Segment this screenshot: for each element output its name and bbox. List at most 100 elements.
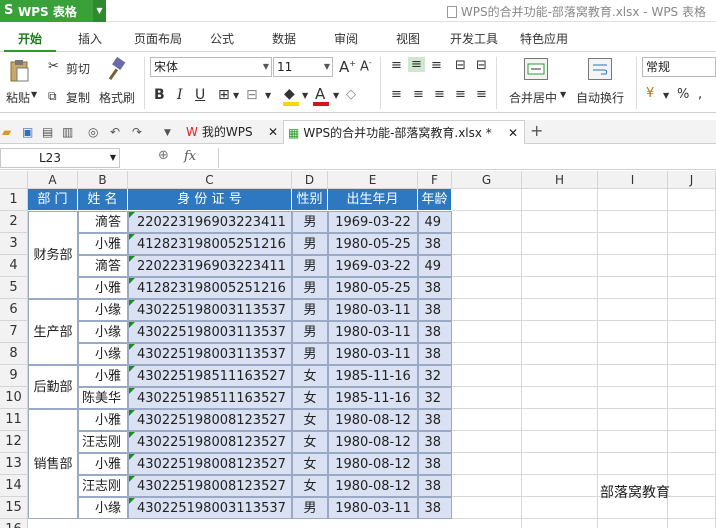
department-cell[interactable]: 财务部	[28, 211, 78, 299]
gender-cell[interactable]: 男	[292, 233, 328, 255]
print-preview-icon[interactable]: ▤	[42, 125, 53, 139]
grid-cell[interactable]	[522, 431, 598, 453]
grid-cell[interactable]	[668, 277, 716, 299]
id-number-cell[interactable]: 430225198008123527	[128, 431, 292, 453]
distributed-icon[interactable]: ≡	[476, 87, 487, 102]
grid-cell[interactable]	[522, 475, 598, 497]
gender-cell[interactable]: 男	[292, 255, 328, 277]
grid-cell[interactable]	[598, 233, 668, 255]
grid-cell[interactable]	[452, 299, 522, 321]
grid-cell[interactable]	[452, 277, 522, 299]
row-header[interactable]: 2	[0, 211, 28, 233]
menu-tab[interactable]: 特色应用	[514, 26, 574, 52]
name-cell[interactable]: 滴答	[78, 211, 128, 233]
grid-cell[interactable]	[452, 409, 522, 431]
birth-date-cell[interactable]: 1980-03-11	[328, 343, 418, 365]
tab-my-wps[interactable]: W 我的WPS ✕	[186, 120, 282, 144]
merge-center-icon[interactable]	[524, 58, 548, 80]
chevron-down-icon[interactable]: ▼	[333, 91, 339, 100]
id-number-cell[interactable]: 430225198511163527	[128, 387, 292, 409]
grid-cell[interactable]	[522, 233, 598, 255]
copy-button[interactable]: 复制	[66, 89, 90, 106]
grid-cell[interactable]	[598, 277, 668, 299]
menu-tab[interactable]: 数据	[262, 26, 306, 52]
align-middle-icon[interactable]: ≡	[408, 57, 425, 72]
name-cell[interactable]: 汪志刚	[78, 475, 128, 497]
column-header[interactable]: A	[28, 171, 78, 189]
gender-cell[interactable]: 女	[292, 409, 328, 431]
clear-format-icon[interactable]: ◇	[346, 87, 356, 102]
id-number-cell[interactable]: 430225198003113537	[128, 497, 292, 519]
gender-cell[interactable]: 男	[292, 211, 328, 233]
age-cell[interactable]: 32	[418, 387, 452, 409]
age-cell[interactable]: 49	[418, 211, 452, 233]
table-header-cell[interactable]: 年龄	[418, 189, 452, 211]
wrap-text-icon[interactable]	[588, 58, 612, 80]
grid-cell[interactable]	[522, 255, 598, 277]
grid-cell[interactable]	[668, 519, 716, 528]
grid-cell[interactable]	[598, 453, 668, 475]
id-number-cell[interactable]: 220223196903223411	[128, 255, 292, 277]
id-number-cell[interactable]: 430225198003113537	[128, 299, 292, 321]
grid-cell[interactable]	[522, 497, 598, 519]
row-header[interactable]: 13	[0, 453, 28, 475]
name-cell[interactable]: 小缘	[78, 299, 128, 321]
align-right-icon[interactable]: ≡	[434, 87, 445, 102]
row-header[interactable]: 15	[0, 497, 28, 519]
id-number-cell[interactable]: 430225198008123527	[128, 453, 292, 475]
grid-cell[interactable]	[452, 519, 522, 528]
row-header[interactable]: 5	[0, 277, 28, 299]
gender-cell[interactable]: 女	[292, 453, 328, 475]
grid-cell[interactable]	[668, 321, 716, 343]
column-header[interactable]: B	[78, 171, 128, 189]
menu-tab[interactable]: 开始	[4, 26, 56, 52]
birth-date-cell[interactable]: 1980-05-25	[328, 277, 418, 299]
table-header-cell[interactable]: 性别	[292, 189, 328, 211]
italic-icon[interactable]: I	[177, 87, 183, 103]
justify-icon[interactable]: ≡	[455, 87, 466, 102]
format-painter-button[interactable]: 格式刷	[99, 89, 135, 106]
gender-cell[interactable]: 男	[292, 321, 328, 343]
name-cell[interactable]: 滴答	[78, 255, 128, 277]
close-icon[interactable]: ✕	[268, 120, 278, 144]
birth-date-cell[interactable]: 1980-03-11	[328, 497, 418, 519]
align-top-icon[interactable]: ≡	[391, 58, 402, 73]
font-size-select[interactable]: 11 ▼	[273, 57, 333, 77]
id-number-cell[interactable]: 430225198511163527	[128, 365, 292, 387]
column-header[interactable]: I	[598, 171, 668, 189]
id-number-cell[interactable]: 430225198003113537	[128, 343, 292, 365]
row-header[interactable]: 3	[0, 233, 28, 255]
row-header[interactable]: 9	[0, 365, 28, 387]
name-cell[interactable]: 小雅	[78, 409, 128, 431]
grid-cell[interactable]	[522, 189, 598, 211]
wrap-text-button[interactable]: 自动换行	[576, 89, 624, 106]
font-color-icon[interactable]: A	[315, 85, 325, 103]
grid-cell[interactable]	[522, 387, 598, 409]
customize-dropdown-icon[interactable]: ▼	[164, 128, 171, 138]
grid-cell[interactable]	[452, 497, 522, 519]
chevron-down-icon[interactable]: ▼	[265, 91, 271, 100]
name-cell[interactable]: 小缘	[78, 321, 128, 343]
age-cell[interactable]: 38	[418, 233, 452, 255]
decrease-font-icon[interactable]: A-	[360, 58, 372, 74]
print-icon[interactable]: ▥	[62, 125, 73, 139]
grid-cell[interactable]	[668, 255, 716, 277]
format-painter-icon[interactable]	[106, 56, 128, 83]
row-header[interactable]: 14	[0, 475, 28, 497]
column-header[interactable]: F	[418, 171, 452, 189]
age-cell[interactable]: 38	[418, 453, 452, 475]
grid-cell[interactable]	[668, 299, 716, 321]
underline-icon[interactable]: U	[195, 87, 205, 103]
age-cell[interactable]: 38	[418, 299, 452, 321]
grid-cell[interactable]	[598, 255, 668, 277]
age-cell[interactable]: 32	[418, 365, 452, 387]
indent-icon[interactable]: ⊟	[476, 58, 487, 73]
row-header[interactable]: 11	[0, 409, 28, 431]
chevron-down-icon[interactable]: ▼	[233, 91, 239, 100]
gender-cell[interactable]: 男	[292, 343, 328, 365]
column-header[interactable]: D	[292, 171, 328, 189]
grid-cell[interactable]	[598, 431, 668, 453]
chevron-down-icon[interactable]: ▼	[663, 91, 669, 100]
gender-cell[interactable]: 女	[292, 387, 328, 409]
id-number-cell[interactable]: 220223196903223411	[128, 211, 292, 233]
